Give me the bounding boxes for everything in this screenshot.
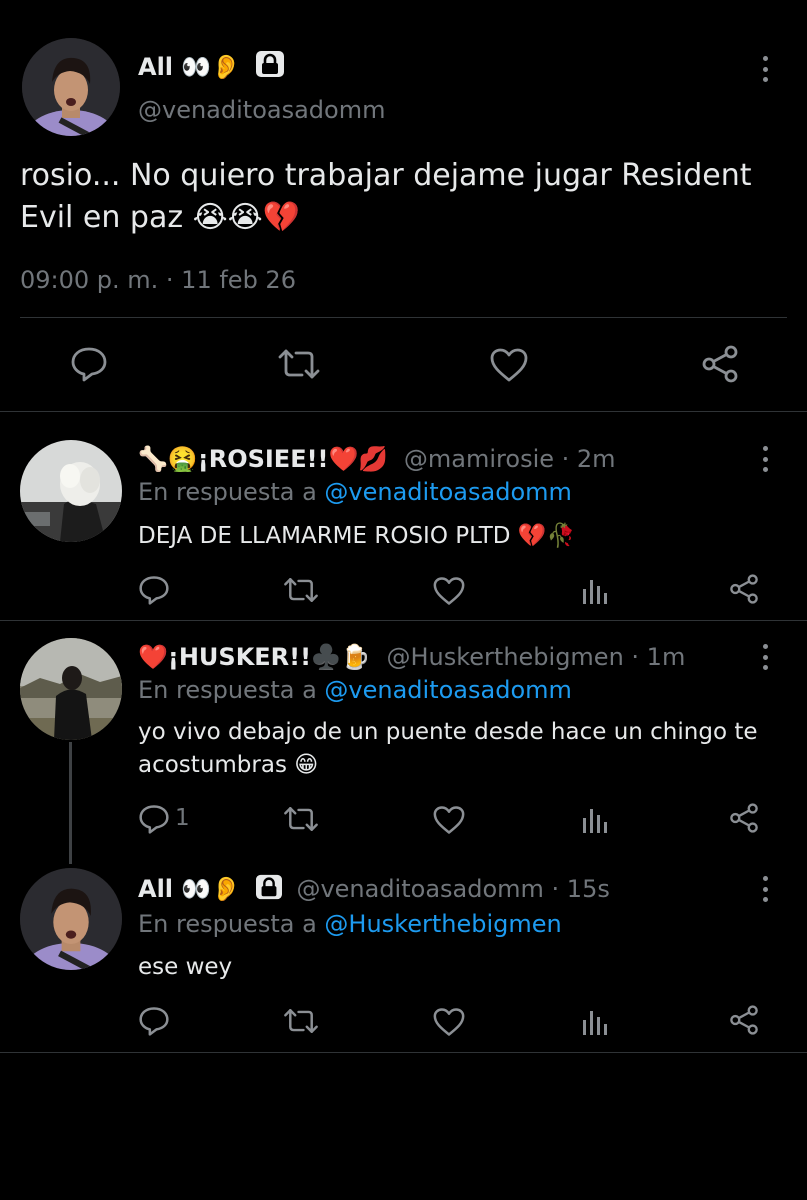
reply-prefix: En respuesta a: [138, 676, 317, 704]
analytics-icon[interactable]: [582, 1007, 608, 1035]
tweet-text: DEJA DE LLAMARME ROSIO PLTD 💔🥀: [138, 523, 576, 549]
more-options-icon[interactable]: [759, 56, 771, 82]
thread-line: [69, 742, 72, 864]
mention-link[interactable]: @venaditoasadomm: [324, 478, 571, 506]
avatar[interactable]: [20, 440, 122, 542]
handle-time[interactable]: @Huskerthebigmen · 1m: [386, 643, 685, 671]
reply-context: En respuesta a @venaditoasadomm: [138, 674, 572, 706]
divider: [0, 1052, 807, 1053]
retweet-icon[interactable]: [276, 347, 322, 381]
lock-icon: [255, 874, 283, 900]
reply-context: En respuesta a @venaditoasadomm: [138, 476, 572, 508]
tweet-text: yo vivo debajo de un puente desde hace u…: [138, 716, 758, 782]
avatar[interactable]: [22, 38, 120, 136]
analytics-icon[interactable]: [582, 805, 608, 833]
reply-context: En respuesta a @Huskerthebigmen: [138, 908, 562, 940]
divider: [0, 620, 807, 621]
tweet-text-line: Evil en paz 😭😭💔: [20, 200, 301, 235]
like-icon[interactable]: [432, 1007, 466, 1037]
avatar[interactable]: [20, 868, 122, 970]
more-options-icon[interactable]: [759, 644, 771, 670]
mention-link[interactable]: @venaditoasadomm: [324, 676, 571, 704]
display-name[interactable]: ❤️¡HUSKER!!♣️🍺: [138, 643, 371, 671]
handle-time[interactable]: @venaditoasadomm · 15s: [296, 875, 609, 903]
analytics-icon[interactable]: [582, 576, 608, 604]
tweet-text-line: rosio... No quiero trabajar dejame jugar…: [20, 158, 752, 193]
like-icon[interactable]: [489, 347, 529, 383]
reply-prefix: En respuesta a: [138, 478, 317, 506]
display-name[interactable]: 🦴🤮¡ROSIEE!!❤️💋: [138, 445, 388, 473]
handle[interactable]: @venaditoasadomm: [138, 96, 385, 124]
more-options-icon[interactable]: [759, 446, 771, 472]
avatar[interactable]: [20, 638, 122, 740]
tweet-text: rosio... No quiero trabajar dejame jugar…: [20, 155, 751, 239]
display-name[interactable]: All 👀👂: [138, 53, 241, 81]
tweet-text: ese wey: [138, 954, 233, 980]
display-name[interactable]: All 👀👂: [138, 875, 241, 903]
reply-count: 1: [175, 805, 190, 831]
share-icon[interactable]: [728, 803, 760, 833]
reply-icon[interactable]: [138, 1006, 170, 1036]
tweet-text-line: acostumbras 😁: [138, 752, 319, 778]
reply-icon[interactable]: [70, 346, 108, 382]
more-options-icon[interactable]: [759, 876, 771, 902]
lock-icon: [255, 50, 285, 78]
reply-icon[interactable]: [138, 575, 170, 605]
divider: [20, 317, 787, 318]
reply-icon[interactable]: [138, 804, 170, 834]
share-icon[interactable]: [700, 345, 740, 383]
retweet-icon[interactable]: [282, 805, 320, 833]
handle-time[interactable]: @mamirosie · 2m: [404, 445, 616, 473]
like-icon[interactable]: [432, 576, 466, 606]
retweet-icon[interactable]: [282, 1007, 320, 1035]
mention-link[interactable]: @Huskerthebigmen: [324, 910, 561, 938]
like-icon[interactable]: [432, 805, 466, 835]
reply-prefix: En respuesta a: [138, 910, 317, 938]
timestamp: 09:00 p. m. · 11 feb 26: [20, 266, 296, 294]
retweet-icon[interactable]: [282, 576, 320, 604]
tweet-text-line: yo vivo debajo de un puente desde hace u…: [138, 719, 758, 745]
share-icon[interactable]: [728, 574, 760, 604]
divider: [0, 411, 807, 412]
share-icon[interactable]: [728, 1005, 760, 1035]
